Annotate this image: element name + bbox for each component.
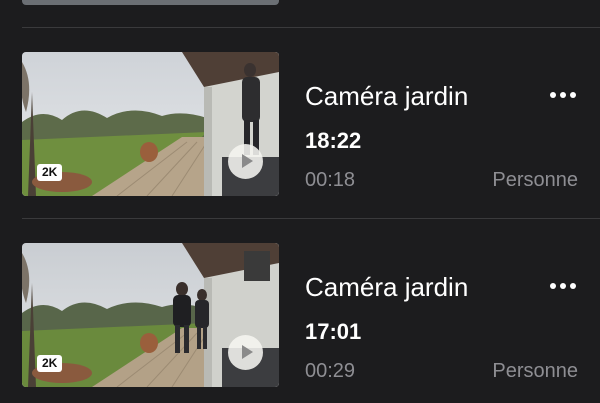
event-thumbnail[interactable]: 2K xyxy=(22,52,279,196)
more-horizontal-icon[interactable] xyxy=(548,86,578,106)
resolution-badge: 2K xyxy=(37,355,63,372)
detection-type: Personne xyxy=(492,360,578,382)
camera-name: Caméra jardin xyxy=(305,272,469,302)
event-duration: 00:29 xyxy=(305,360,356,382)
play-icon[interactable] xyxy=(228,335,263,370)
event-time: 17:01 xyxy=(305,319,362,344)
event-list: 2K Caméra jardin 18:22 00:18 Personne 2K… xyxy=(0,0,600,403)
list-divider xyxy=(22,218,600,219)
more-horizontal-icon[interactable] xyxy=(548,277,578,297)
event-row[interactable]: 2K Caméra jardin 18:22 00:18 Personne xyxy=(0,52,600,202)
list-divider xyxy=(22,27,600,28)
event-row[interactable]: 2K Caméra jardin 17:01 00:29 Personne xyxy=(0,243,600,393)
camera-name: Caméra jardin xyxy=(305,81,469,111)
resolution-badge: 2K xyxy=(37,164,63,181)
event-thumbnail[interactable]: 2K xyxy=(22,243,279,387)
play-icon[interactable] xyxy=(228,144,263,179)
previous-event-thumbnail[interactable] xyxy=(22,0,279,5)
event-duration: 00:18 xyxy=(305,169,356,191)
detection-type: Personne xyxy=(492,169,578,191)
event-time: 18:22 xyxy=(305,128,362,153)
